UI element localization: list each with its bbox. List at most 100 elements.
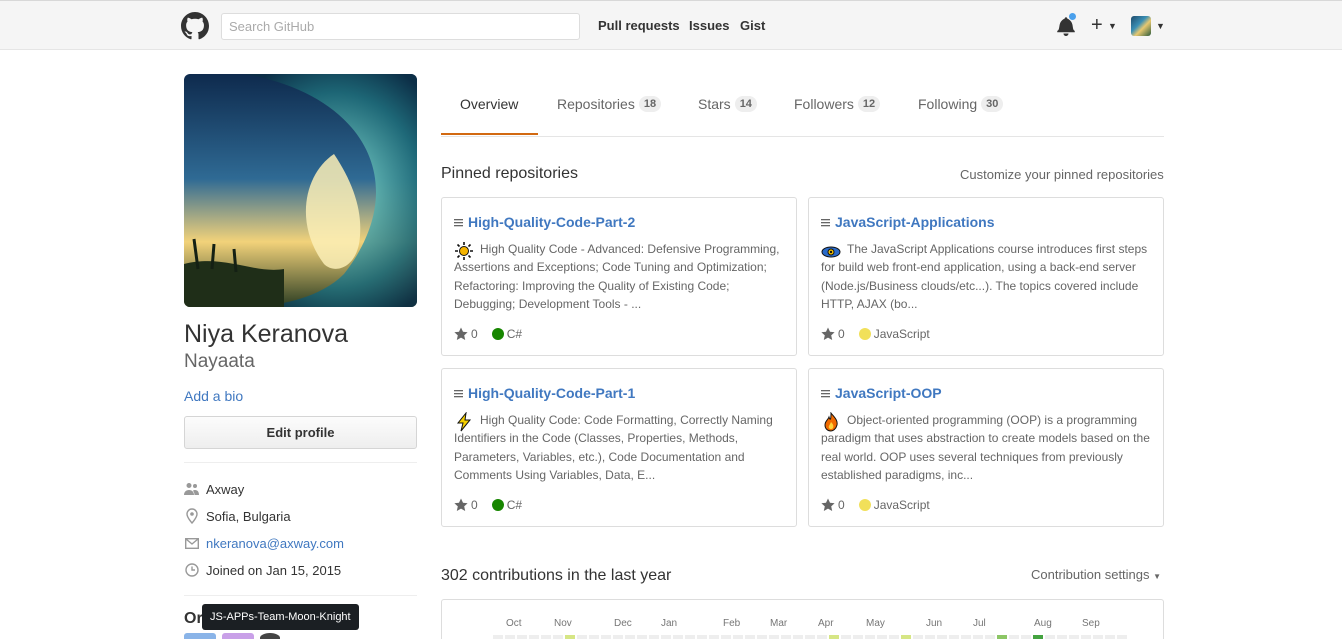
avatar[interactable] [184, 74, 417, 307]
contribution-day-cell[interactable] [1117, 635, 1127, 639]
user-avatar-small[interactable] [1131, 16, 1151, 36]
contribution-day-cell[interactable] [565, 635, 575, 639]
repo-icon [821, 219, 830, 227]
contribution-day-cell[interactable] [805, 635, 815, 639]
nav-issues[interactable]: Issues [689, 18, 729, 33]
contribution-day-cell[interactable] [649, 635, 659, 639]
email-link[interactable]: nkeranova@axway.com [206, 536, 344, 551]
pinned-repo-card: JavaScript-Applications The JavaScript A… [808, 197, 1164, 356]
tab-count: 14 [734, 96, 757, 112]
add-bio-link[interactable]: Add a bio [184, 388, 243, 404]
contribution-week-row [493, 635, 1127, 639]
repo-name-link[interactable]: JavaScript-OOP [835, 385, 942, 401]
contribution-day-cell[interactable] [961, 635, 971, 639]
contribution-day-cell[interactable] [577, 635, 587, 639]
chevron-down-icon[interactable]: ▼ [1156, 21, 1165, 31]
contribution-day-cell[interactable] [937, 635, 947, 639]
contribution-day-cell[interactable] [601, 635, 611, 639]
contribution-day-cell[interactable] [1045, 635, 1055, 639]
repo-description: High Quality Code - Advanced: Defensive … [454, 242, 780, 311]
location-text: Sofia, Bulgaria [206, 508, 291, 524]
contribution-day-cell[interactable] [733, 635, 743, 639]
tab-count: 12 [857, 96, 881, 112]
contribution-day-cell[interactable] [1093, 635, 1103, 639]
month-label: Feb [723, 618, 741, 629]
contribution-day-cell[interactable] [589, 635, 599, 639]
chevron-down-icon[interactable]: ▼ [1108, 21, 1117, 31]
nav-pull-requests[interactable]: Pull requests [598, 18, 680, 33]
contribution-day-cell[interactable] [973, 635, 983, 639]
contribution-day-cell[interactable] [541, 635, 551, 639]
contribution-settings-dropdown[interactable]: Contribution settings ▼ [1031, 567, 1161, 582]
contribution-day-cell[interactable] [757, 635, 767, 639]
tab-overview[interactable]: Overview [460, 96, 518, 112]
contribution-day-cell[interactable] [781, 635, 791, 639]
contribution-day-cell[interactable] [613, 635, 623, 639]
repo-name-link[interactable]: High-Quality-Code-Part-2 [468, 214, 635, 230]
organization-avatar[interactable] [184, 633, 216, 639]
repo-name-link[interactable]: High-Quality-Code-Part-1 [468, 385, 635, 401]
contribution-day-cell[interactable] [709, 635, 719, 639]
contribution-day-cell[interactable] [949, 635, 959, 639]
tab-label: Followers [794, 96, 854, 112]
edit-profile-button[interactable]: Edit profile [184, 416, 417, 449]
language-color-icon [491, 499, 504, 511]
contribution-day-cell[interactable] [1105, 635, 1115, 639]
nav-gist[interactable]: Gist [740, 18, 765, 33]
organization-avatar[interactable] [222, 633, 254, 639]
contribution-day-cell[interactable] [829, 635, 839, 639]
detail-location: Sofia, Bulgaria [184, 506, 291, 526]
repo-language: JavaScript [873, 498, 930, 512]
tab-following[interactable]: Following 30 [918, 96, 1004, 112]
contribution-day-cell[interactable] [553, 635, 563, 639]
organization-avatar[interactable] [260, 633, 280, 639]
contribution-day-cell[interactable] [1021, 635, 1031, 639]
contribution-day-cell[interactable] [1069, 635, 1079, 639]
contribution-day-cell[interactable] [673, 635, 683, 639]
contribution-day-cell[interactable] [925, 635, 935, 639]
contribution-day-cell[interactable] [529, 635, 539, 639]
contribution-day-cell[interactable] [505, 635, 515, 639]
customize-pinned-link[interactable]: Customize your pinned repositories [960, 167, 1164, 182]
contribution-day-cell[interactable] [985, 635, 995, 639]
detail-email[interactable]: nkeranova@axway.com [184, 533, 344, 553]
contribution-day-cell[interactable] [745, 635, 755, 639]
contribution-day-cell[interactable] [493, 635, 503, 639]
tab-stars[interactable]: Stars 14 [698, 96, 757, 112]
divider [184, 595, 417, 596]
repo-name-link[interactable]: JavaScript-Applications [835, 214, 995, 230]
search-input[interactable] [221, 13, 580, 40]
github-logo-icon[interactable] [181, 12, 209, 40]
tab-followers[interactable]: Followers 12 [794, 96, 881, 112]
contribution-day-cell[interactable] [841, 635, 851, 639]
contribution-day-cell[interactable] [517, 635, 527, 639]
contribution-day-cell[interactable] [625, 635, 635, 639]
detail-joined: Joined on Jan 15, 2015 [184, 560, 341, 580]
contribution-day-cell[interactable] [997, 635, 1007, 639]
tab-repositories[interactable]: Repositories 18 [557, 96, 662, 112]
contribution-day-cell[interactable] [913, 635, 923, 639]
contribution-day-cell[interactable] [1009, 635, 1019, 639]
pinned-repo-card: High-Quality-Code-Part-2 High Quality Co… [441, 197, 797, 356]
contribution-day-cell[interactable] [853, 635, 863, 639]
contribution-day-cell[interactable] [1057, 635, 1067, 639]
contribution-day-cell[interactable] [865, 635, 875, 639]
star-count: 0 [838, 327, 845, 341]
contribution-day-cell[interactable] [661, 635, 671, 639]
contribution-day-cell[interactable] [637, 635, 647, 639]
contribution-day-cell[interactable] [877, 635, 887, 639]
contribution-day-cell[interactable] [721, 635, 731, 639]
contribution-day-cell[interactable] [793, 635, 803, 639]
contribution-day-cell[interactable] [769, 635, 779, 639]
contribution-day-cell[interactable] [1081, 635, 1091, 639]
contribution-day-cell[interactable] [1033, 635, 1043, 639]
plus-icon[interactable]: + [1091, 14, 1103, 36]
contribution-day-cell[interactable] [889, 635, 899, 639]
contribution-calendar: Oct Nov Dec Jan Feb Mar Apr May Jun Jul … [441, 599, 1164, 639]
profile-full-name: Niya Keranova [184, 320, 348, 348]
contribution-day-cell[interactable] [817, 635, 827, 639]
contribution-day-cell[interactable] [697, 635, 707, 639]
contribution-day-cell[interactable] [685, 635, 695, 639]
repo-meta: 0 C# [454, 498, 522, 512]
contribution-day-cell[interactable] [901, 635, 911, 639]
